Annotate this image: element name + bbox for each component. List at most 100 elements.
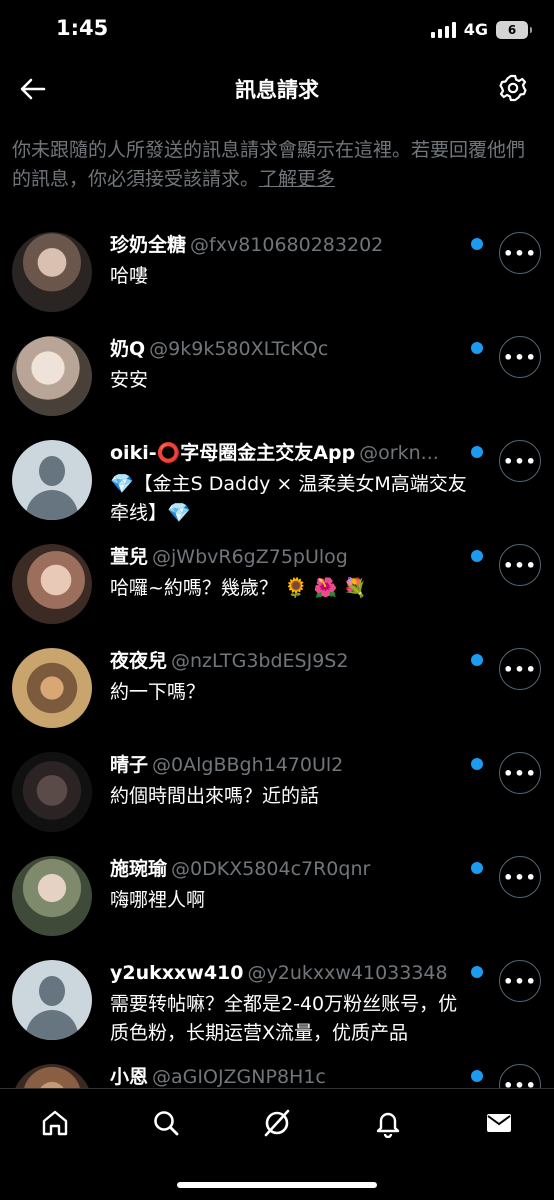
default-avatar[interactable] — [12, 960, 92, 1040]
unread-dot — [471, 758, 483, 770]
message-preview: 哈嘍 — [110, 265, 149, 287]
search-icon — [154, 1111, 179, 1136]
more-options-button[interactable]: ••• — [499, 232, 541, 274]
request-content: 施琬瑜 @0DKX5804c7R0qnr 嗨哪裡人啊 — [110, 856, 470, 915]
sender-name: 珍奶全糖 — [110, 234, 187, 256]
request-row[interactable]: 萱兒 @jWbvR6gZ75pUlog 哈囉~約嗎？幾歲？ 🌻 🌺 💐 ••• — [0, 532, 554, 636]
bell-icon — [376, 1112, 400, 1138]
status-bar: 1:45 4G 6 — [0, 0, 554, 62]
more-icon: ••• — [503, 1075, 537, 1089]
network-type: 4G — [463, 20, 488, 39]
more-icon: ••• — [503, 451, 537, 471]
gear-icon — [499, 74, 527, 102]
settings-button[interactable] — [494, 69, 532, 107]
header: 訊息請求 — [0, 62, 554, 116]
request-content: 晴子 @0AlgBBgh1470Ul2 約個時間出來嗎？近的話 — [110, 752, 470, 811]
request-row[interactable]: 晴子 @0AlgBBgh1470Ul2 約個時間出來嗎？近的話 ••• — [0, 740, 554, 844]
unread-dot — [471, 238, 483, 250]
sender-handle: @0AlgBBgh1470Ul2 — [152, 754, 344, 776]
request-list: 珍奶全糖 @fxv810680283202 哈嘍 ••• 奶Q @9k9k580XL… — [0, 220, 554, 1088]
message-preview: 哈囉~約嗎？幾歲？ 🌻 🌺 💐 — [110, 577, 368, 599]
more-options-button[interactable]: ••• — [499, 960, 541, 1002]
home-icon — [42, 1110, 68, 1136]
sender-name: oiki-⭕字母圈金主交友App — [110, 442, 356, 464]
request-row[interactable]: y2ukxxw410 @y2ukxxw41033348 需要转帖嘛？全都是2-40… — [0, 948, 554, 1052]
battery-level: 6 — [507, 22, 517, 37]
request-row[interactable]: 奶Q @9k9k580XLTcKQc 安安 ••• — [0, 324, 554, 428]
sender-name: 奶Q — [110, 338, 146, 360]
more-icon: ••• — [503, 971, 537, 991]
request-content: oiki-⭕字母圈金主交友App @orkn... 💎【金主S Daddy × 温… — [110, 440, 470, 528]
more-icon: ••• — [503, 867, 537, 887]
sender-handle: @fxv810680283202 — [190, 234, 384, 256]
tab-search[interactable] — [136, 1101, 196, 1145]
sender-name: 施琬瑜 — [110, 858, 168, 880]
unread-dot — [471, 1070, 483, 1082]
request-content: 小恩 @aGIOJZGNP8H1c — [110, 1064, 470, 1088]
envelope-icon — [487, 1114, 511, 1132]
more-options-button[interactable]: ••• — [499, 544, 541, 586]
sender-name: 小恩 — [110, 1066, 149, 1088]
avatar[interactable] — [12, 1064, 92, 1088]
avatar[interactable] — [12, 544, 92, 624]
home-indicator — [177, 1182, 377, 1188]
more-options-button[interactable]: ••• — [499, 440, 541, 482]
avatar[interactable] — [12, 752, 92, 832]
unread-dot — [471, 966, 483, 978]
more-icon: ••• — [503, 555, 537, 575]
request-row[interactable]: 小恩 @aGIOJZGNP8H1c ••• — [0, 1052, 554, 1088]
request-row[interactable]: oiki-⭕字母圈金主交友App @orkn... 💎【金主S Daddy × 温… — [0, 428, 554, 532]
tab-messages[interactable] — [469, 1101, 529, 1145]
sender-handle: @jWbvR6gZ75pUlog — [152, 546, 348, 568]
page-title: 訊息請求 — [235, 78, 319, 102]
requests-notice: 你未跟隨的人所發送的訊息請求會顯示在這裡。若要回覆他們的訊息，你必須接受該請求。… — [12, 136, 542, 194]
unread-dot — [471, 862, 483, 874]
default-avatar[interactable] — [12, 440, 92, 520]
more-options-button[interactable]: ••• — [499, 1064, 541, 1088]
message-preview: 約一下嗎？ — [110, 681, 206, 703]
request-content: y2ukxxw410 @y2ukxxw41033348 需要转帖嘛？全都是2-40… — [110, 960, 470, 1048]
more-icon: ••• — [503, 763, 537, 783]
more-options-button[interactable]: ••• — [499, 752, 541, 794]
unread-dot — [471, 550, 483, 562]
request-row[interactable]: 夜夜兒 @nzLTG3bdESJ9S2 約一下嗎？ ••• — [0, 636, 554, 740]
sender-handle: @nzLTG3bdESJ9S2 — [171, 650, 349, 672]
tab-grok[interactable] — [247, 1101, 307, 1145]
message-preview: 嗨哪裡人啊 — [110, 889, 206, 911]
sender-name: 晴子 — [110, 754, 149, 776]
more-icon: ••• — [503, 659, 537, 679]
more-options-button[interactable]: ••• — [499, 856, 541, 898]
avatar[interactable] — [12, 232, 92, 312]
signal-icon — [430, 21, 456, 38]
request-content: 奶Q @9k9k580XLTcKQc 安安 — [110, 336, 470, 395]
sender-handle: @orkn... — [359, 442, 439, 464]
unread-dot — [471, 342, 483, 354]
avatar[interactable] — [12, 856, 92, 936]
more-icon: ••• — [503, 243, 537, 263]
message-preview: 約個時間出來嗎？近的話 — [110, 785, 320, 807]
status-time: 1:45 — [56, 16, 109, 40]
request-content: 萱兒 @jWbvR6gZ75pUlog 哈囉~約嗎？幾歲？ 🌻 🌺 💐 — [110, 544, 470, 603]
more-options-button[interactable]: ••• — [499, 648, 541, 690]
sender-name: y2ukxxw410 — [110, 962, 244, 984]
request-row[interactable]: 珍奶全糖 @fxv810680283202 哈嘍 ••• — [0, 220, 554, 324]
sender-name: 夜夜兒 — [110, 650, 168, 672]
learn-more-link[interactable]: 了解更多 — [259, 168, 335, 190]
avatar[interactable] — [12, 336, 92, 416]
tab-notifications[interactable] — [358, 1101, 418, 1145]
status-indicators: 4G 6 — [430, 20, 532, 39]
more-options-button[interactable]: ••• — [499, 336, 541, 378]
request-content: 珍奶全糖 @fxv810680283202 哈嘍 — [110, 232, 470, 291]
unread-dot — [471, 654, 483, 666]
request-content: 夜夜兒 @nzLTG3bdESJ9S2 約一下嗎？ — [110, 648, 470, 707]
sender-handle: @aGIOJZGNP8H1c — [152, 1066, 326, 1088]
more-icon: ••• — [503, 347, 537, 367]
message-preview: 需要转帖嘛？全都是2-40万粉丝账号，优质色粉，长期运营X流量，优质产品 — [110, 993, 458, 1044]
tab-home[interactable] — [25, 1101, 85, 1145]
grok-icon — [264, 1109, 290, 1137]
request-row[interactable]: 施琬瑜 @0DKX5804c7R0qnr 嗨哪裡人啊 ••• — [0, 844, 554, 948]
sender-handle: @9k9k580XLTcKQc — [149, 338, 329, 360]
battery-icon: 6 — [496, 20, 532, 39]
avatar[interactable] — [12, 648, 92, 728]
sender-handle: @0DKX5804c7R0qnr — [171, 858, 371, 880]
